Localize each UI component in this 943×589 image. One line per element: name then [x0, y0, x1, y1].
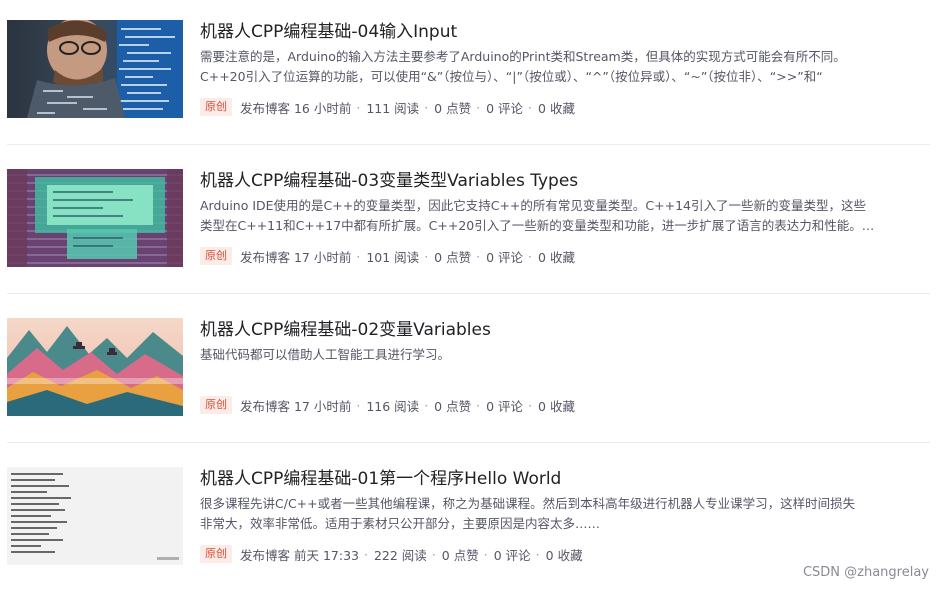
meta-separator: ·	[356, 397, 361, 413]
like-count: 0 点赞	[434, 398, 472, 414]
article-thumbnail[interactable]	[7, 20, 183, 118]
like-count: 0 点赞	[434, 249, 472, 265]
meta-separator: ·	[528, 397, 533, 413]
thumbnail-landscape-image	[7, 318, 183, 416]
item-divider	[7, 144, 930, 145]
article-content: 机器人CPP编程基础-04输入Input 需要注意的是，Arduino的输入方法…	[200, 20, 930, 120]
csdn-watermark: CSDN @zhangrelay	[802, 565, 929, 580]
meta-separator: ·	[424, 99, 429, 115]
meta-separator: ·	[431, 546, 436, 562]
read-count: 116 阅读	[366, 398, 420, 414]
publish-time: 发布博客 前天 17:33	[240, 547, 359, 563]
meta-separator: ·	[363, 546, 368, 562]
like-count: 0 点赞	[434, 100, 472, 116]
original-badge: 原创	[200, 98, 232, 116]
article-meta: 原创 发布博客 17 小时前 · 101 阅读 · 0 点赞 · 0 评论 · …	[200, 246, 575, 266]
article-description-line: 基础代码都可以借助人工智能工具进行学习。	[200, 347, 451, 362]
meta-separator: ·	[476, 248, 481, 264]
comment-count: 0 评论	[486, 249, 524, 265]
meta-separator: ·	[528, 99, 533, 115]
read-count: 101 阅读	[366, 249, 420, 265]
article-description-line: 类型在C++11和C++17中都有所扩展。C++20引入了一些新的变量类型和功能…	[200, 218, 875, 233]
article-description[interactable]: Arduino IDE使用的是C++的变量类型，因此它支持C++的所有常见变量类…	[200, 196, 930, 236]
favorite-count: 0 收藏	[545, 547, 583, 563]
original-badge: 原创	[200, 396, 232, 414]
publish-time: 发布博客 16 小时前	[240, 100, 352, 116]
article-description[interactable]: 很多课程先讲C/C++或者一些其他编程课，称之为基础课程。然后到本科高年级进行机…	[200, 494, 930, 534]
publish-time: 发布博客 17 小时前	[240, 398, 352, 414]
item-divider	[7, 293, 930, 294]
meta-separator: ·	[424, 248, 429, 264]
comment-count: 0 评论	[493, 547, 531, 563]
original-badge: 原创	[200, 545, 232, 563]
article-description-line: C++20引入了位运算的功能，可以使用“&”（按位与）、“|”（按位或）、“^”…	[200, 69, 823, 84]
thumbnail-code-pattern-image	[7, 169, 183, 267]
read-count: 111 阅读	[366, 100, 420, 116]
article-item[interactable]: 机器人CPP编程基础-04输入Input 需要注意的是，Arduino的输入方法…	[7, 20, 930, 145]
article-meta: 原创 发布博客 16 小时前 · 111 阅读 · 0 点赞 · 0 评论 · …	[200, 97, 575, 117]
article-title[interactable]: 机器人CPP编程基础-01第一个程序Hello World	[200, 467, 561, 491]
article-description-line: Arduino IDE使用的是C++的变量类型，因此它支持C++的所有常见变量类…	[200, 198, 866, 213]
article-description[interactable]: 基础代码都可以借助人工智能工具进行学习。	[200, 345, 930, 365]
original-badge: 原创	[200, 247, 232, 265]
article-thumbnail[interactable]	[7, 318, 183, 416]
article-title[interactable]: 机器人CPP编程基础-03变量类型Variables Types	[200, 169, 578, 193]
meta-separator: ·	[356, 248, 361, 264]
article-item[interactable]: 机器人CPP编程基础-01第一个程序Hello World 很多课程先讲C/C+…	[7, 467, 930, 585]
item-divider	[7, 442, 930, 443]
article-item[interactable]: 机器人CPP编程基础-03变量类型Variables Types Arduino…	[7, 169, 930, 294]
article-content: 机器人CPP编程基础-03变量类型Variables Types Arduino…	[200, 169, 930, 269]
article-description-line: 需要注意的是，Arduino的输入方法主要参考了Arduino的Print类和S…	[200, 49, 846, 64]
article-thumbnail[interactable]	[7, 467, 183, 565]
favorite-count: 0 收藏	[538, 249, 575, 265]
meta-separator: ·	[483, 546, 488, 562]
meta-separator: ·	[476, 397, 481, 413]
article-title[interactable]: 机器人CPP编程基础-04输入Input	[200, 20, 457, 44]
article-thumbnail[interactable]	[7, 169, 183, 267]
meta-separator: ·	[356, 99, 361, 115]
article-content: 机器人CPP编程基础-02变量Variables 基础代码都可以借助人工智能工具…	[200, 318, 930, 418]
article-description[interactable]: 需要注意的是，Arduino的输入方法主要参考了Arduino的Print类和S…	[200, 47, 930, 87]
comment-count: 0 评论	[486, 398, 524, 414]
article-content: 机器人CPP编程基础-01第一个程序Hello World 很多课程先讲C/C+…	[200, 467, 930, 567]
article-item[interactable]: 机器人CPP编程基础-02变量Variables 基础代码都可以借助人工智能工具…	[7, 318, 930, 443]
meta-separator: ·	[535, 546, 540, 562]
favorite-count: 0 收藏	[538, 100, 575, 116]
read-count: 222 阅读	[373, 547, 427, 563]
article-description-line: 很多课程先讲C/C++或者一些其他编程课，称之为基础课程。然后到本科高年级进行机…	[200, 496, 856, 511]
like-count: 0 点赞	[441, 547, 479, 563]
meta-separator: ·	[424, 397, 429, 413]
thumbnail-code-screenshot-image	[7, 467, 183, 565]
article-title[interactable]: 机器人CPP编程基础-02变量Variables	[200, 318, 491, 342]
meta-separator: ·	[476, 99, 481, 115]
article-description-line: 非常大，效率非常低。适用于素材只公开部分，主要原因是内容太多……	[200, 516, 601, 531]
meta-separator: ·	[528, 248, 533, 264]
article-meta: 原创 发布博客 17 小时前 · 116 阅读 · 0 点赞 · 0 评论 · …	[200, 395, 575, 415]
comment-count: 0 评论	[486, 100, 524, 116]
article-meta: 原创 发布博客 前天 17:33 · 222 阅读 · 0 点赞 · 0 评论 …	[200, 544, 583, 564]
thumbnail-man-with-glasses-image	[7, 20, 183, 118]
favorite-count: 0 收藏	[538, 398, 575, 414]
publish-time: 发布博客 17 小时前	[240, 249, 352, 265]
